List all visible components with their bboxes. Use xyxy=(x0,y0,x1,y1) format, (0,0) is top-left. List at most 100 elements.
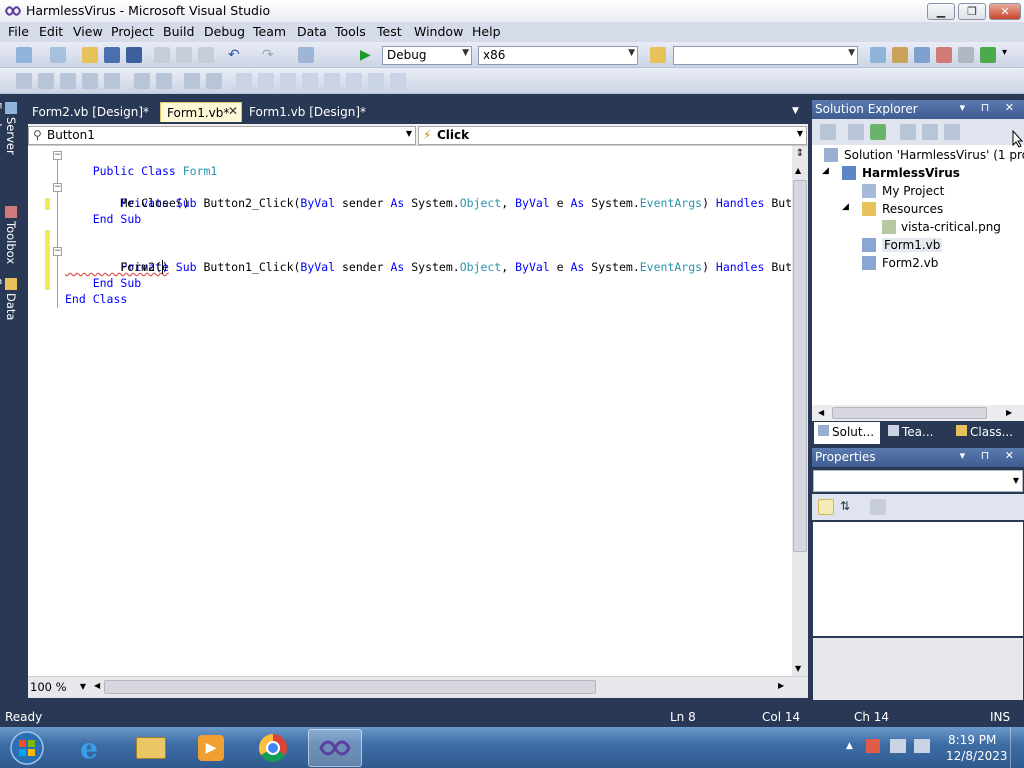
tree-item-solution[interactable]: Solution 'HarmlessVirus' (1 proje xyxy=(844,148,1024,162)
properties-object-combo[interactable]: ▼ xyxy=(813,470,1023,492)
clear-bookmarks-icon[interactable] xyxy=(390,73,406,89)
next-bookmark-folder-icon[interactable] xyxy=(324,73,340,89)
navigate-icon[interactable] xyxy=(298,47,314,63)
next-bookmark-icon[interactable] xyxy=(280,73,296,89)
data-sources-tab[interactable]: Data Sources xyxy=(0,278,18,366)
bookmark-icon[interactable] xyxy=(236,73,252,89)
undo-icon[interactable]: ↶ xyxy=(228,47,244,63)
alphabetical-icon[interactable]: ⇅ xyxy=(840,499,856,515)
toolbox-icon[interactable] xyxy=(936,47,952,63)
menu-build[interactable]: Build xyxy=(163,24,194,39)
spacing-icon[interactable] xyxy=(104,73,120,89)
add-item-icon[interactable] xyxy=(50,47,66,63)
zoom-combo[interactable]: 100 % ▼ xyxy=(30,680,86,696)
outdent-icon[interactable] xyxy=(156,73,172,89)
media-player-button[interactable]: ▶ xyxy=(184,729,238,767)
object-browser-icon[interactable] xyxy=(914,47,930,63)
split-window-icon[interactable]: ⇕ xyxy=(794,148,806,162)
tree-item-project[interactable]: HarmlessVirus xyxy=(862,166,960,180)
view-designer-icon[interactable] xyxy=(922,124,938,140)
save-icon[interactable] xyxy=(104,47,120,63)
prev-bookmark-icon[interactable] xyxy=(258,73,274,89)
align-icon[interactable] xyxy=(16,73,32,89)
copy-icon[interactable] xyxy=(176,47,192,63)
start-debugging-icon[interactable]: ▶ xyxy=(360,47,376,63)
internet-explorer-button[interactable]: e xyxy=(62,729,116,767)
tab-form2-design[interactable]: Form2.vb [Design]* xyxy=(26,102,155,122)
indent-icon[interactable] xyxy=(134,73,150,89)
collapse-sub-icon[interactable]: − xyxy=(53,247,62,256)
class-name-combo[interactable]: ⚲ Button1 ▼ xyxy=(28,126,416,145)
close-tab-icon[interactable]: ✕ xyxy=(228,104,238,118)
panel-controls[interactable]: ▾ ⊓ ✕ xyxy=(960,101,1020,114)
tree-horizontal-scrollbar[interactable]: ◀ ▶ xyxy=(812,405,1024,421)
tab-team-explorer[interactable]: Tea... xyxy=(884,422,948,444)
scroll-down-icon[interactable]: ▼ xyxy=(795,664,801,673)
panel-controls[interactable]: ▾ ⊓ ✕ xyxy=(960,449,1020,462)
scroll-thumb[interactable] xyxy=(793,180,807,552)
comment-icon[interactable] xyxy=(184,73,200,89)
tab-overflow-icon[interactable]: ▼ xyxy=(792,106,799,116)
view-class-diagram-icon[interactable] xyxy=(944,124,960,140)
show-desktop-button[interactable] xyxy=(1010,727,1024,768)
collapse-arrow-icon[interactable]: ◢ xyxy=(842,202,849,212)
scroll-left-icon[interactable]: ◀ xyxy=(94,681,100,690)
tab-solution-explorer[interactable]: Solut... xyxy=(814,422,880,444)
uncomment-icon[interactable] xyxy=(206,73,222,89)
tab-form1-design[interactable]: Form1.vb [Design]* xyxy=(243,102,372,122)
menu-project[interactable]: Project xyxy=(111,24,154,39)
prev-bookmark-doc-icon[interactable] xyxy=(346,73,362,89)
horizontal-scroll-thumb[interactable] xyxy=(104,680,596,694)
menu-help[interactable]: Help xyxy=(472,24,501,39)
collapse-arrow-icon[interactable]: ◢ xyxy=(822,166,829,176)
next-bookmark-doc-icon[interactable] xyxy=(368,73,384,89)
solution-explorer-icon[interactable] xyxy=(870,47,886,63)
close-window-button[interactable]: ✕ xyxy=(989,3,1021,20)
find-combo[interactable]: ▼ xyxy=(673,46,858,65)
menu-window[interactable]: Window xyxy=(414,24,463,39)
more-options-icon[interactable]: ▾ xyxy=(1002,47,1018,63)
start-button[interactable] xyxy=(0,729,54,767)
show-all-files-icon[interactable] xyxy=(848,124,864,140)
categorized-icon[interactable] xyxy=(818,499,834,515)
align-lefts-icon[interactable] xyxy=(38,73,54,89)
visual-studio-button[interactable] xyxy=(308,729,362,767)
tab-class-view[interactable]: Class... xyxy=(952,422,1022,444)
method-name-combo[interactable]: ⚡ Click ▼ xyxy=(418,126,807,145)
menu-file[interactable]: File xyxy=(8,24,29,39)
menu-tools[interactable]: Tools xyxy=(335,24,366,39)
server-explorer-tab[interactable]: Server Explorer xyxy=(0,102,18,200)
collapse-class-icon[interactable]: − xyxy=(53,151,62,160)
tree-item-form2[interactable]: Form2.vb xyxy=(882,256,938,270)
property-pages-icon[interactable] xyxy=(870,499,886,515)
toolbox-tab[interactable]: Toolbox xyxy=(2,206,18,272)
tray-volume-icon[interactable] xyxy=(914,739,930,753)
paste-icon[interactable] xyxy=(198,47,214,63)
new-project-icon[interactable] xyxy=(16,47,32,63)
maximize-button[interactable]: ❐ xyxy=(958,3,986,20)
tree-item-form1[interactable]: Form1.vb xyxy=(882,238,943,252)
scroll-right-icon[interactable]: ▶ xyxy=(1006,408,1012,417)
tray-flag-icon[interactable] xyxy=(866,739,880,753)
save-all-icon[interactable] xyxy=(126,47,142,63)
collapse-sub-icon[interactable]: − xyxy=(53,183,62,192)
prev-bookmark-folder-icon[interactable] xyxy=(302,73,318,89)
minimize-button[interactable]: ▁ xyxy=(927,3,955,20)
chrome-button[interactable] xyxy=(246,729,300,767)
file-explorer-button[interactable] xyxy=(124,729,178,767)
tools-icon[interactable] xyxy=(958,47,974,63)
properties-icon[interactable] xyxy=(892,47,908,63)
refresh-icon[interactable] xyxy=(870,124,886,140)
menu-team[interactable]: Team xyxy=(253,24,286,39)
menu-debug[interactable]: Debug xyxy=(204,24,245,39)
start-page-icon[interactable] xyxy=(980,47,996,63)
cut-icon[interactable] xyxy=(154,47,170,63)
tree-item-png[interactable]: vista-critical.png xyxy=(901,220,1001,234)
code-editor[interactable]: − − − Public Class Form1 Private Sub But… xyxy=(28,146,792,676)
open-folder-icon[interactable] xyxy=(82,47,98,63)
scroll-left-icon[interactable]: ◀ xyxy=(818,408,824,417)
scroll-right-icon[interactable]: ▶ xyxy=(778,681,784,690)
scroll-thumb[interactable] xyxy=(832,407,987,419)
find-in-files-icon[interactable] xyxy=(650,47,666,63)
tree-item-my-project[interactable]: My Project xyxy=(882,184,944,198)
